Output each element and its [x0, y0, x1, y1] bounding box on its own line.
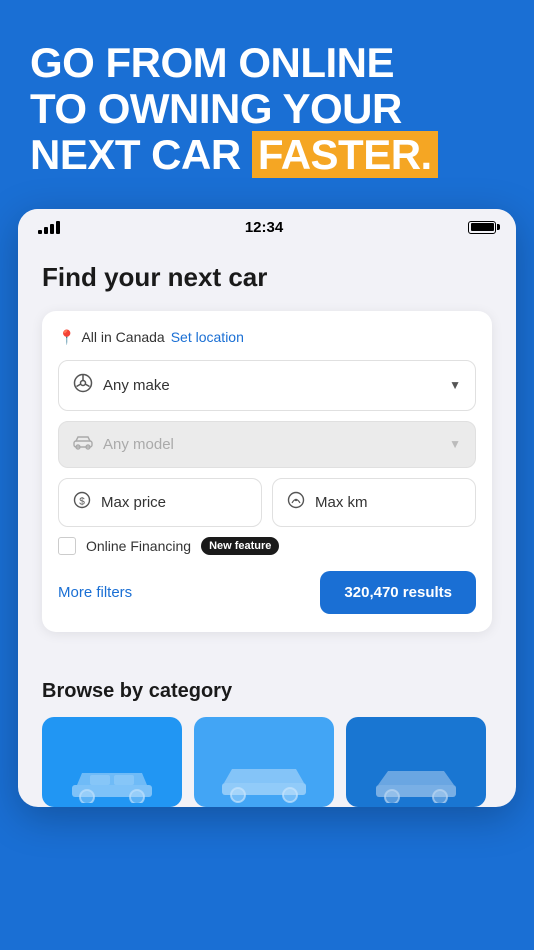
model-dropdown-row: Any model ▼ — [58, 421, 476, 468]
max-price-dropdown[interactable]: $ Max price — [58, 478, 262, 527]
browse-section: Browse by category — [18, 656, 516, 807]
hero-section: GO FROM ONLINE TO OWNING YOUR NEXT CAR F… — [0, 0, 534, 209]
online-financing-row: Online Financing New feature — [58, 537, 476, 555]
more-filters-button[interactable]: More filters — [58, 584, 132, 601]
new-feature-badge: New feature — [201, 537, 279, 555]
browse-title: Browse by category — [42, 680, 492, 703]
make-label: Any make — [103, 377, 439, 394]
online-financing-checkbox[interactable] — [58, 537, 76, 555]
hero-title: GO FROM ONLINE TO OWNING YOUR NEXT CAR F… — [30, 40, 504, 179]
max-km-dropdown[interactable]: Max km — [272, 478, 476, 527]
max-km-label: Max km — [315, 494, 461, 511]
location-row: 📍 All in Canada Set location — [58, 329, 476, 346]
dollar-icon: $ — [73, 491, 91, 514]
action-row: More filters 320,470 results — [58, 571, 476, 614]
make-chevron-icon: ▼ — [449, 378, 461, 392]
status-bar: 12:34 — [18, 209, 516, 242]
model-label: Any model — [103, 436, 439, 453]
category-cards — [42, 717, 492, 807]
card-inner-3 — [346, 717, 486, 807]
svg-text:$: $ — [79, 496, 85, 507]
card-inner-2 — [194, 717, 334, 807]
category-card-3[interactable] — [346, 717, 486, 807]
signal-bar-3 — [50, 224, 54, 234]
content-area: Find your next car 📍 All in Canada Set l… — [18, 242, 516, 656]
hero-line2: TO OWNING YOUR — [30, 86, 504, 132]
signal-bar-2 — [44, 227, 48, 234]
hero-line3-highlight: FASTER. — [252, 131, 438, 178]
hero-line1: GO FROM ONLINE — [30, 40, 504, 86]
make-dropdown[interactable]: Any make ▼ — [58, 360, 476, 411]
card-inner-1 — [42, 717, 182, 807]
price-km-row: $ Max price Max km — [58, 478, 476, 527]
status-time: 12:34 — [245, 219, 283, 236]
location-text: All in Canada — [81, 329, 164, 345]
max-price-label: Max price — [101, 494, 247, 511]
model-dropdown[interactable]: Any model ▼ — [58, 421, 476, 468]
location-pin-icon: 📍 — [58, 329, 75, 346]
page-title: Find your next car — [42, 262, 492, 293]
hero-line3: NEXT CAR FASTER. — [30, 132, 504, 178]
results-button[interactable]: 320,470 results — [320, 571, 476, 614]
car-icon — [73, 434, 93, 455]
signal-bar-1 — [38, 230, 42, 234]
speedometer-icon — [287, 491, 305, 514]
battery-fill — [471, 223, 494, 231]
search-card: 📍 All in Canada Set location — [42, 311, 492, 632]
category-card-2[interactable] — [194, 717, 334, 807]
signal-indicator — [38, 221, 60, 234]
hero-line3-normal: NEXT CAR — [30, 131, 252, 178]
signal-bar-4 — [56, 221, 60, 234]
phone-mockup: 12:34 Find your next car 📍 All in Canada… — [18, 209, 516, 807]
category-card-1[interactable] — [42, 717, 182, 807]
set-location-button[interactable]: Set location — [171, 329, 244, 345]
make-dropdown-row: Any make ▼ — [58, 360, 476, 411]
online-financing-label: Online Financing — [86, 538, 191, 554]
steering-wheel-icon — [73, 373, 93, 398]
battery-icon — [468, 221, 496, 234]
model-chevron-icon: ▼ — [449, 437, 461, 451]
